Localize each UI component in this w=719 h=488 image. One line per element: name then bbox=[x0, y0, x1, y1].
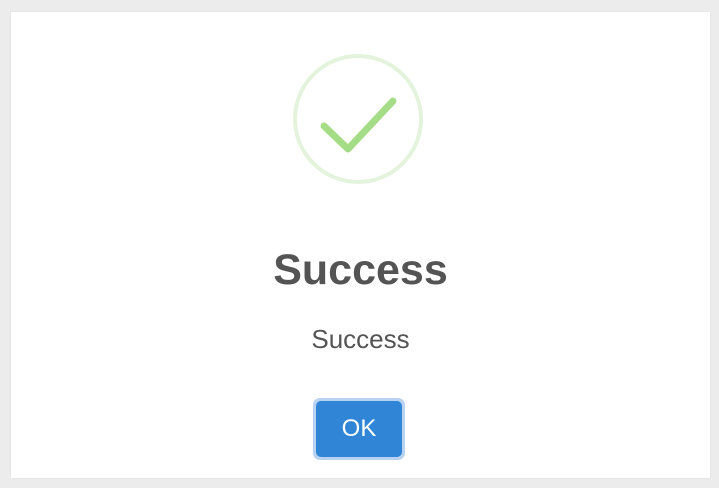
dialog-message: Success bbox=[311, 324, 410, 354]
ok-button[interactable]: OK bbox=[313, 398, 405, 460]
ok-button-label: OK bbox=[316, 401, 402, 457]
check-mark bbox=[320, 97, 397, 153]
success-ring bbox=[293, 54, 423, 184]
dialog-title: Success bbox=[273, 246, 448, 294]
screen-backdrop: Success Success OK bbox=[0, 0, 719, 488]
success-dialog: Success Success OK bbox=[11, 12, 710, 478]
success-check-icon bbox=[292, 53, 424, 185]
